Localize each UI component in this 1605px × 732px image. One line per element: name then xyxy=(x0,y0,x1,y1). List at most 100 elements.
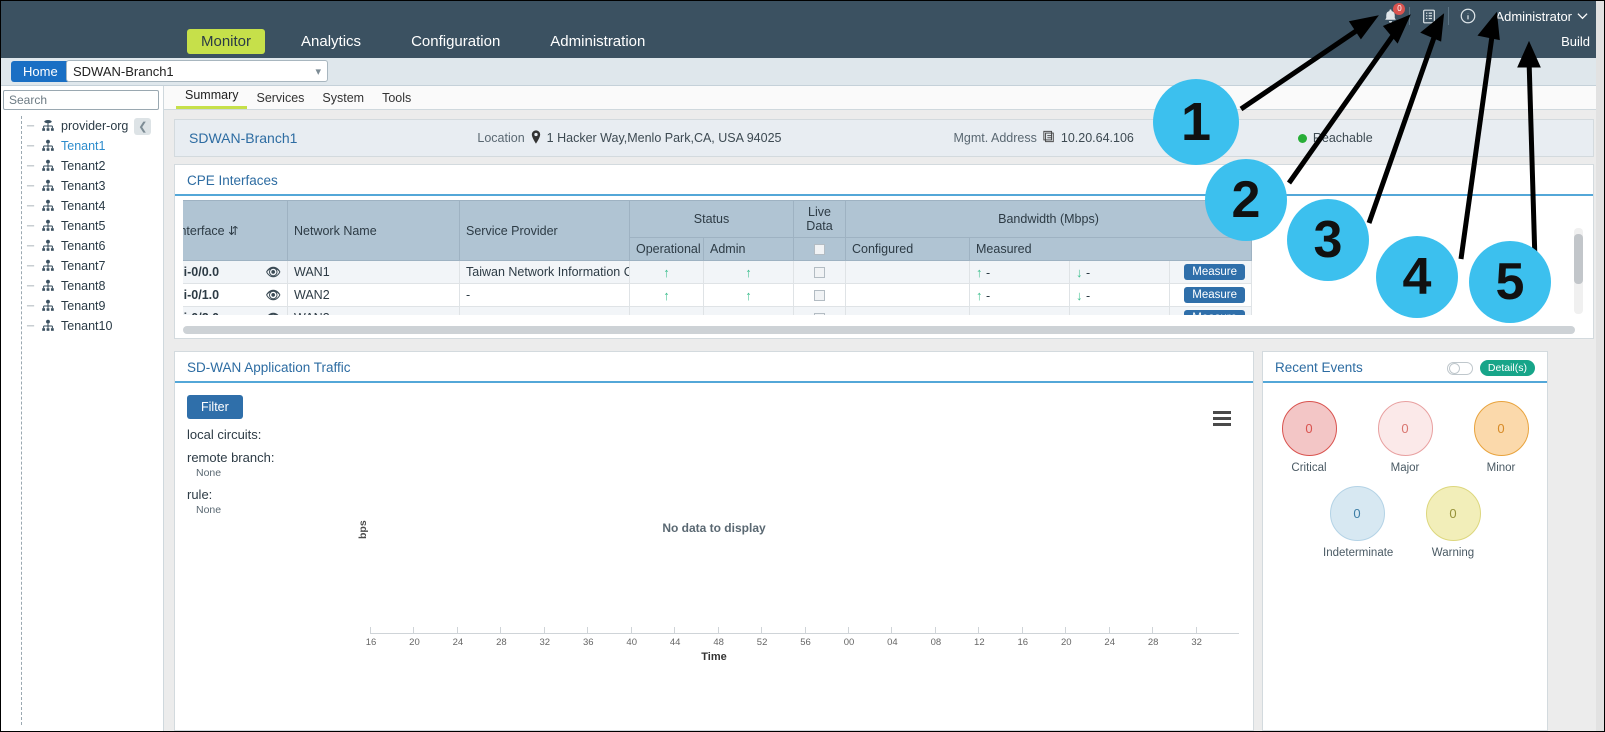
x-tick-label: 08 xyxy=(927,637,945,648)
recent-events-details-button[interactable]: Detail(s) xyxy=(1480,360,1535,376)
org-icon xyxy=(40,119,56,133)
tree-item-label: provider-org xyxy=(61,119,128,133)
live-data-select-all-checkbox[interactable] xyxy=(794,238,846,261)
event-severity-minor[interactable]: 0 Minor xyxy=(1467,401,1535,474)
event-severity-warning[interactable]: 0 Warning xyxy=(1419,486,1487,559)
x-tick-label: 04 xyxy=(883,637,901,648)
search-input[interactable]: Search xyxy=(3,90,159,110)
eye-icon[interactable]: 👁 xyxy=(266,311,281,315)
tab-system[interactable]: System xyxy=(313,89,373,109)
tree-item-tenant5[interactable]: ─ Tenant5 xyxy=(27,216,163,236)
tab-summary[interactable]: Summary xyxy=(176,86,247,109)
info-icon[interactable] xyxy=(1449,3,1487,29)
nav-tab-analytics[interactable]: Analytics xyxy=(287,29,375,54)
event-severity-indeterminate[interactable]: 0 Indeterminate xyxy=(1323,486,1391,559)
col-admin[interactable]: Admin xyxy=(704,238,794,261)
cell-live-data[interactable] xyxy=(794,284,846,307)
col-interface[interactable]: Interface ⇵ xyxy=(183,201,288,261)
cpe-table-scroll[interactable]: Interface ⇵ Network Name Service Provide… xyxy=(183,200,1585,315)
x-tick-label: 16 xyxy=(1014,637,1032,648)
tree-item-tenant2[interactable]: ─ Tenant2 xyxy=(27,156,163,176)
interface-name: ni-0/2.0 xyxy=(183,311,219,315)
table-row[interactable]: ni-0/0.0 👁 WAN1 Taiwan Network Informati… xyxy=(183,261,1252,284)
measured-up-value: - xyxy=(986,266,990,280)
cell-action: Measure xyxy=(1170,261,1252,284)
user-menu[interactable]: Administrator xyxy=(1487,9,1596,24)
tree-item-tenant1[interactable]: ─ Tenant1 xyxy=(27,136,163,156)
col-network-name[interactable]: Network Name xyxy=(288,201,460,261)
arrow-up-icon: ↑ xyxy=(976,265,983,280)
filter-button[interactable]: Filter xyxy=(187,395,243,419)
table-vertical-scrollbar[interactable] xyxy=(1574,228,1583,314)
col-configured: Configured xyxy=(846,238,970,261)
eye-icon[interactable]: 👁 xyxy=(266,288,281,302)
bell-icon[interactable]: 0 xyxy=(1371,3,1409,29)
x-tick-label: 16 xyxy=(362,637,380,648)
tree-item-tenant6[interactable]: ─ Tenant6 xyxy=(27,236,163,256)
arrow-up-icon: ↑ xyxy=(976,288,983,303)
measure-button[interactable]: Measure xyxy=(1184,287,1245,303)
traffic-chart: bps No data to display 16 20 24 28 32 36… xyxy=(175,421,1253,721)
cell-action: Measure xyxy=(1170,307,1252,316)
recent-events-toggle[interactable] xyxy=(1447,362,1473,375)
x-tick-label: 32 xyxy=(1188,637,1206,648)
tree-item-provider-org[interactable]: ─ provider-org ❮ xyxy=(27,116,163,136)
nav-tab-monitor[interactable]: Monitor xyxy=(187,29,265,54)
tree-item-tenant7[interactable]: ─ Tenant7 xyxy=(27,256,163,276)
tree-item-label: Tenant2 xyxy=(61,159,105,173)
annotation-marker-4: 4 xyxy=(1376,236,1458,318)
live-data-checkbox xyxy=(814,267,825,278)
tasks-icon[interactable] xyxy=(1410,3,1448,29)
cell-measured-up: ↑ - xyxy=(970,261,1070,284)
cell-live-data[interactable] xyxy=(794,307,846,316)
tree-branch-icon: ─ xyxy=(27,321,40,332)
col-operational[interactable]: Operational xyxy=(630,238,704,261)
tree-item-tenant10[interactable]: ─ Tenant10 xyxy=(27,316,163,336)
x-tick-label: 44 xyxy=(666,637,684,648)
tenant-tree: ─ provider-org ❮ xyxy=(1,116,163,336)
tree-item-tenant8[interactable]: ─ Tenant8 xyxy=(27,276,163,296)
tab-tools[interactable]: Tools xyxy=(373,89,420,109)
table-row[interactable]: ni-0/1.0 👁 WAN2 - ↑ ↑ ↑ - xyxy=(183,284,1252,307)
measure-button[interactable]: Measure xyxy=(1184,264,1245,280)
severity-label: Critical xyxy=(1275,462,1343,474)
location-value: 1 Hacker Way,Menlo Park,CA, USA 94025 xyxy=(547,131,782,145)
nav-tab-administration[interactable]: Administration xyxy=(536,29,659,54)
table-row[interactable]: ni-0/2.0 👁 WAN3 - ↑ ↑ ↑ - xyxy=(183,307,1252,316)
col-status-group: Status xyxy=(630,201,794,238)
tab-services[interactable]: Services xyxy=(247,89,313,109)
col-service-provider[interactable]: Service Provider xyxy=(460,201,630,261)
nav-tab-configuration[interactable]: Configuration xyxy=(397,29,514,54)
x-tick-label: 56 xyxy=(797,637,815,648)
x-tick-label: 20 xyxy=(405,637,423,648)
server-icon xyxy=(1043,130,1055,146)
cell-network-name: WAN2 xyxy=(288,284,460,307)
tree-branch-icon: ─ xyxy=(27,161,40,172)
severity-count-badge: 0 xyxy=(1378,401,1433,456)
cell-admin: ↑ xyxy=(704,284,794,307)
measure-button[interactable]: Measure xyxy=(1184,310,1245,315)
back-to-parent-icon[interactable]: ❮ xyxy=(134,118,151,135)
table-horizontal-scrollbar[interactable] xyxy=(183,326,1575,334)
tree-item-label: Tenant7 xyxy=(61,259,105,273)
event-severity-grid: 0 Critical 0 Major 0 Minor xyxy=(1263,383,1547,559)
home-button[interactable]: Home xyxy=(11,61,70,82)
tree-item-tenant4[interactable]: ─ Tenant4 xyxy=(27,196,163,216)
tree-branch-icon: ─ xyxy=(27,301,40,312)
col-live-data: Live Data xyxy=(794,201,846,238)
arrow-up-icon: ↑ xyxy=(663,311,670,316)
cell-live-data[interactable] xyxy=(794,261,846,284)
severity-count-badge: 0 xyxy=(1282,401,1337,456)
x-tick-label: 24 xyxy=(449,637,467,648)
tree-item-tenant9[interactable]: ─ Tenant9 xyxy=(27,296,163,316)
event-severity-critical[interactable]: 0 Critical xyxy=(1275,401,1343,474)
annotation-marker-1: 1 xyxy=(1153,79,1239,165)
recent-events-title-label: Recent Events xyxy=(1275,360,1363,375)
event-severity-major[interactable]: 0 Major xyxy=(1371,401,1439,474)
device-select[interactable]: SDWAN-Branch1 ▾ xyxy=(66,60,328,82)
arrow-up-icon: ↑ xyxy=(745,265,752,280)
tree-branch-icon: ─ xyxy=(27,121,40,132)
device-summary-strip: SDWAN-Branch1 Location 1 Hacker Way,Menl… xyxy=(174,119,1594,157)
tree-item-tenant3[interactable]: ─ Tenant3 xyxy=(27,176,163,196)
eye-icon[interactable]: 👁 xyxy=(266,265,281,279)
